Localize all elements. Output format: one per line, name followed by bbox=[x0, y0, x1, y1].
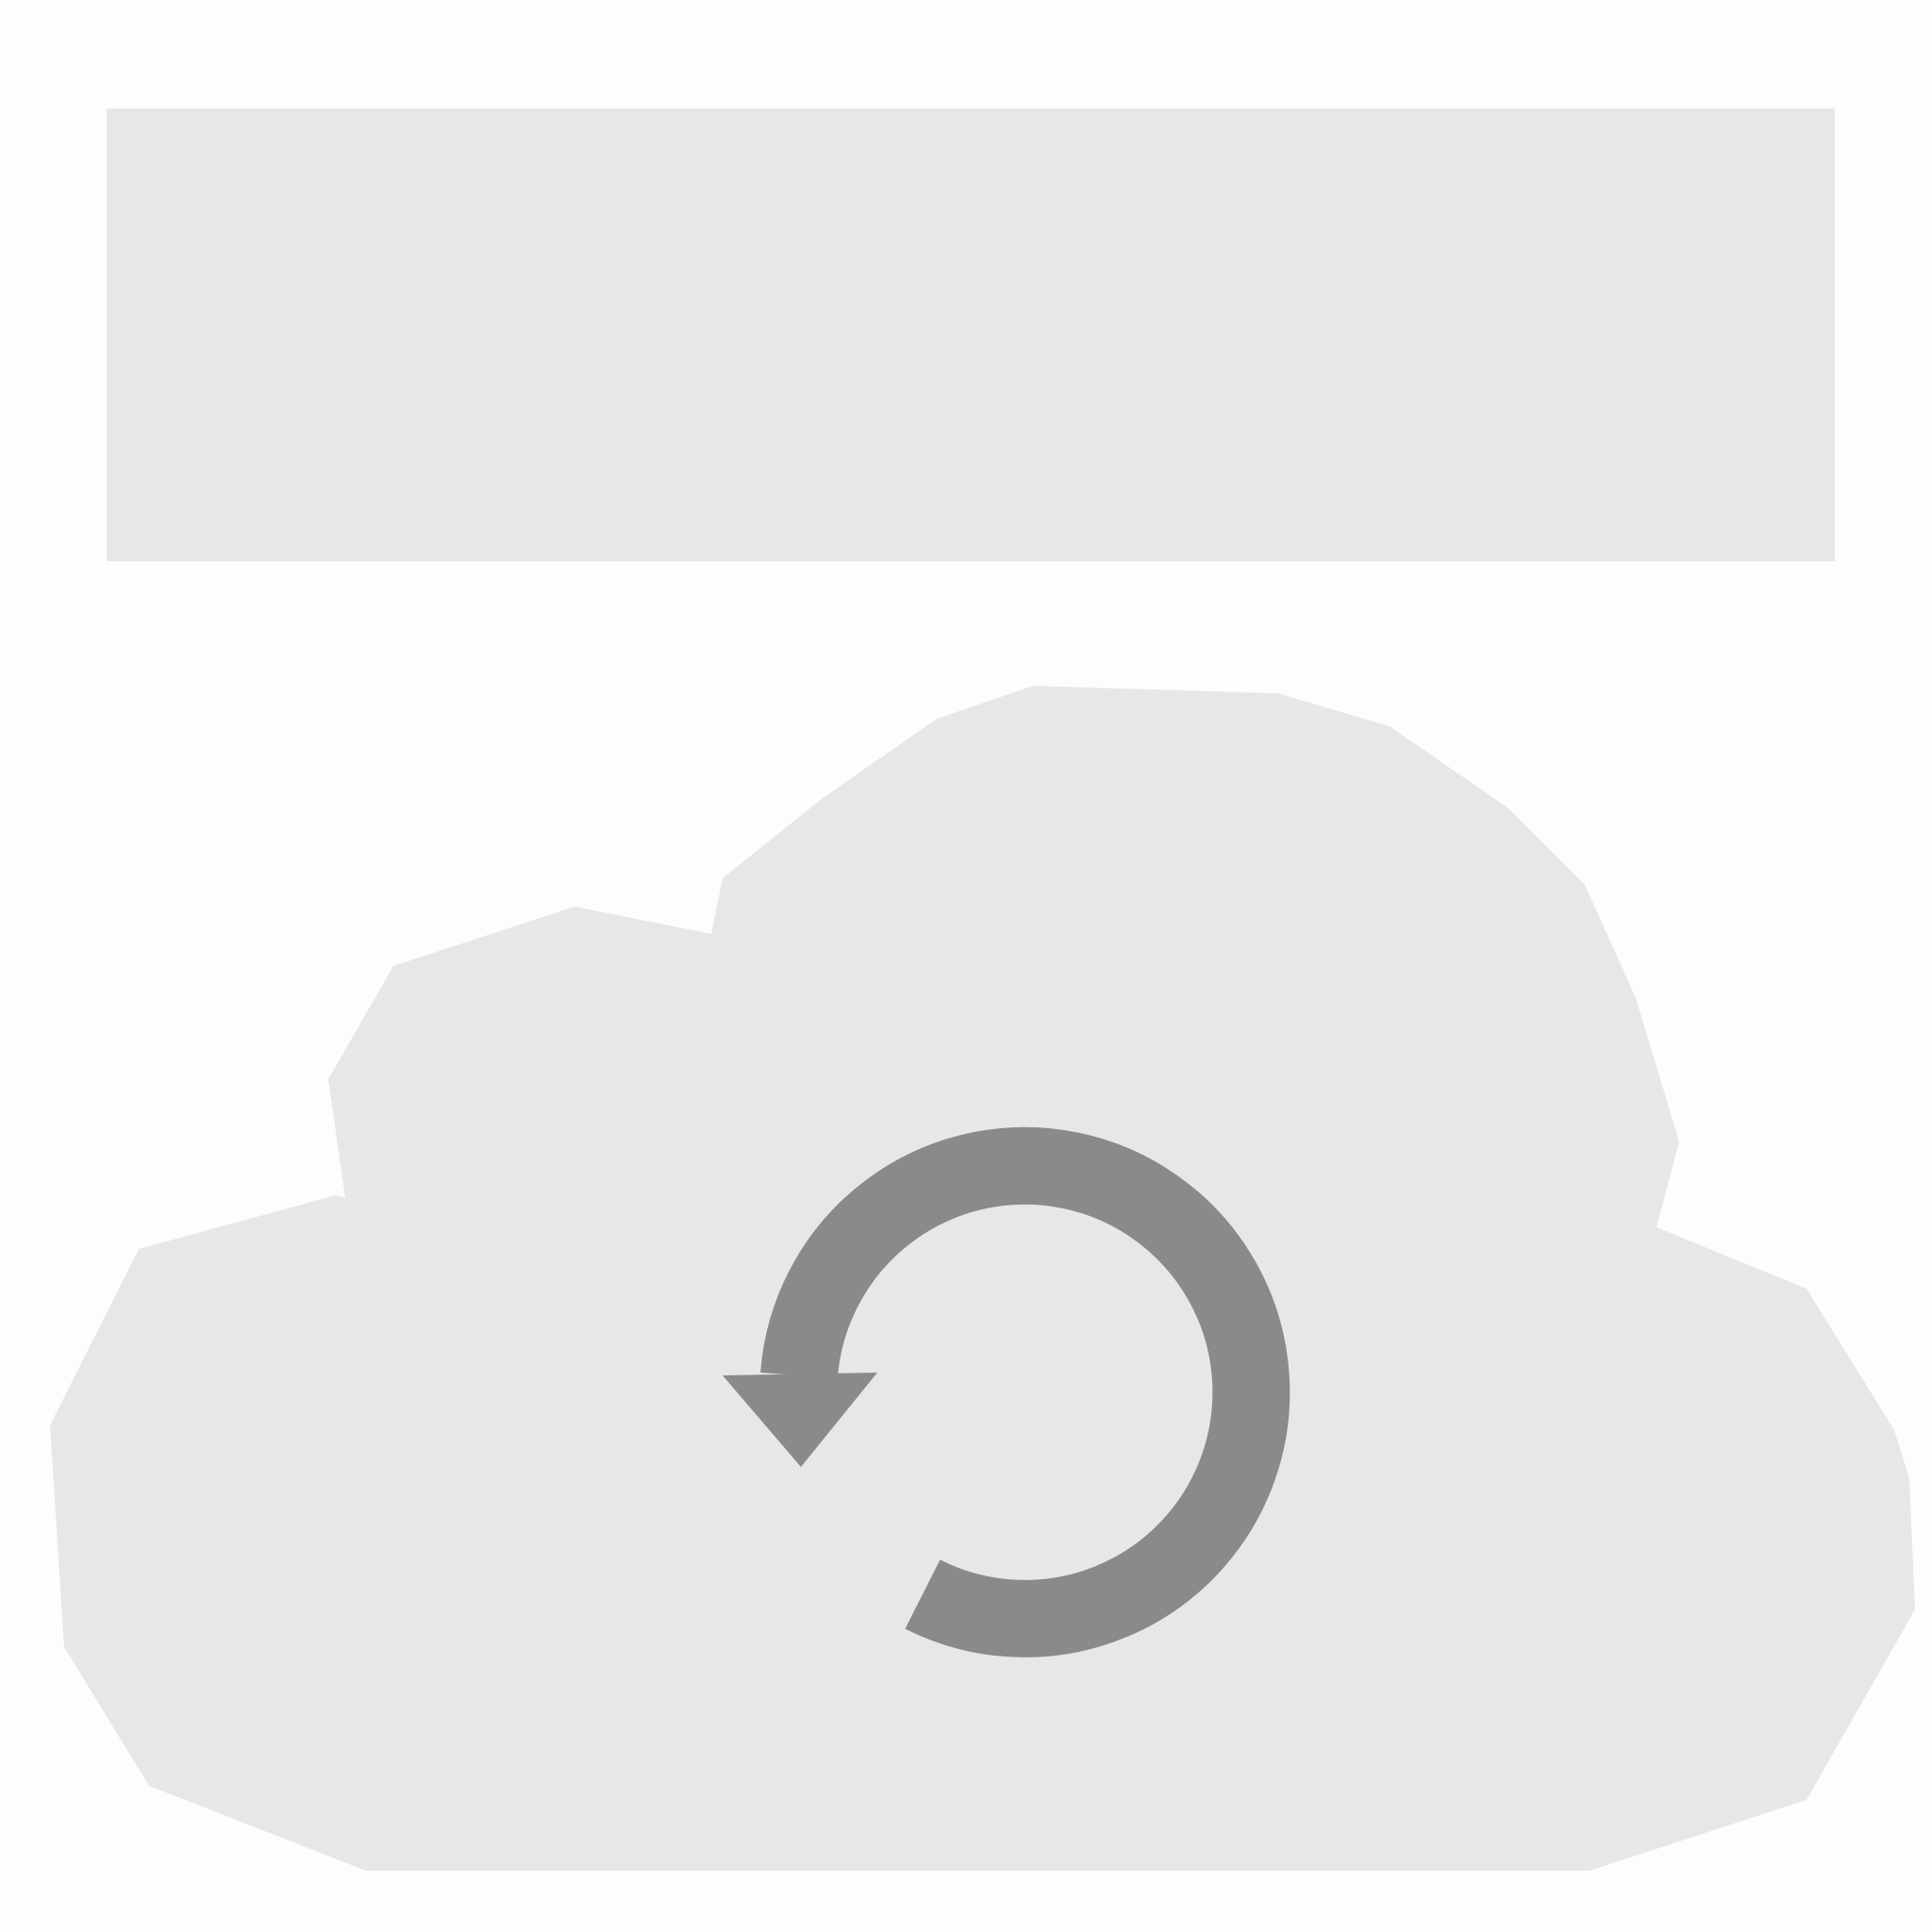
placeholder-canvas bbox=[0, 0, 1932, 1932]
cloud-sync-illustration bbox=[50, 686, 1915, 1871]
cloud-icon bbox=[50, 686, 1915, 1871]
